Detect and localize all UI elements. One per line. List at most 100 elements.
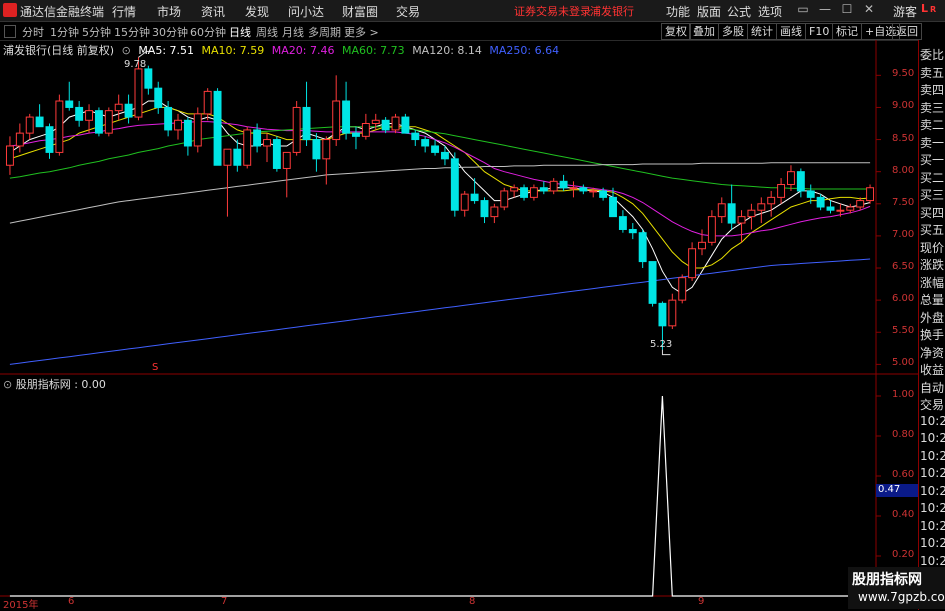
maximize-icon[interactable]: ☐ bbox=[840, 2, 854, 16]
candle-down bbox=[470, 193, 479, 202]
candle-up bbox=[15, 132, 24, 147]
side-item: 10:20 bbox=[920, 413, 945, 428]
menu-trade[interactable]: 交易 bbox=[396, 3, 420, 20]
candle-up bbox=[529, 187, 538, 198]
side-item: 涨幅 bbox=[920, 275, 945, 290]
candle-down bbox=[628, 228, 637, 234]
menu-function[interactable]: 功能 bbox=[666, 3, 690, 20]
candle-up bbox=[569, 187, 578, 190]
btn-mark[interactable]: 标记 bbox=[832, 23, 862, 40]
candle-down bbox=[144, 68, 153, 89]
candle-up bbox=[866, 187, 875, 202]
candle-up bbox=[134, 68, 143, 118]
side-item: 卖二 bbox=[920, 118, 945, 132]
side-item: 买五 bbox=[920, 223, 945, 237]
menu-layout[interactable]: 版面 bbox=[697, 3, 721, 20]
menu-market[interactable]: 行情 bbox=[112, 3, 136, 20]
side-item: 换手 bbox=[920, 328, 945, 342]
candle-up bbox=[757, 203, 766, 211]
side-header-r: R bbox=[930, 5, 937, 14]
close-icon[interactable]: ✕ bbox=[862, 2, 876, 16]
stock-name: 浦发银行 bbox=[590, 5, 634, 18]
candle-up bbox=[292, 106, 301, 153]
menu-bourse[interactable]: 市场 bbox=[157, 3, 181, 20]
candle-up bbox=[747, 209, 756, 218]
btn-adjust[interactable]: 复权 bbox=[661, 23, 691, 40]
candle-up bbox=[25, 116, 34, 134]
menu-wealth[interactable]: 财富圈 bbox=[342, 3, 378, 20]
chart-canvas[interactable] bbox=[0, 40, 918, 609]
period-weekly[interactable]: 周线 bbox=[256, 24, 278, 40]
btn-back[interactable]: 返回 bbox=[892, 23, 922, 40]
btn-stats[interactable]: 统计 bbox=[747, 23, 777, 40]
candle-up bbox=[678, 277, 687, 301]
candle-up bbox=[193, 113, 202, 147]
price-axis-label: 5.00 bbox=[892, 357, 915, 369]
candle-down bbox=[213, 90, 222, 166]
menu-discover[interactable]: 发现 bbox=[245, 3, 269, 20]
candle-down bbox=[381, 119, 390, 131]
candle-down bbox=[599, 190, 608, 198]
ma-line-ma10 bbox=[9, 106, 871, 269]
candle-down bbox=[154, 87, 163, 108]
price-axis-label: 9.00 bbox=[892, 100, 915, 112]
menu-news[interactable]: 资讯 bbox=[201, 3, 225, 20]
menu-formula[interactable]: 公式 bbox=[727, 3, 751, 20]
period-monthly[interactable]: 月线 bbox=[282, 24, 304, 40]
btn-f10[interactable]: F10 bbox=[805, 23, 834, 40]
period-multi[interactable]: 多周期 bbox=[308, 24, 341, 40]
ma10-label: MA10: 7.59 bbox=[201, 44, 265, 57]
indicator-line bbox=[9, 395, 871, 597]
side-item: 买二 bbox=[920, 170, 945, 185]
side-item: 外盘 bbox=[920, 310, 945, 325]
candle-up bbox=[787, 171, 795, 186]
user-guest[interactable]: 游客 bbox=[893, 3, 917, 20]
period-daily[interactable]: 日线 bbox=[229, 24, 251, 40]
side-header: LR bbox=[921, 2, 937, 15]
ma-line-ma5 bbox=[9, 100, 871, 295]
btn-multi-stock[interactable]: 多股 bbox=[718, 23, 748, 40]
menu-options[interactable]: 选项 bbox=[758, 3, 782, 20]
price-axis-label: 8.00 bbox=[892, 164, 915, 176]
period-more[interactable]: 更多 > bbox=[344, 24, 379, 40]
period-30min[interactable]: 30分钟 bbox=[152, 24, 188, 40]
period-timeshare[interactable]: 分时 bbox=[22, 24, 44, 40]
candle-down bbox=[579, 187, 588, 192]
indicator-axis-label: 0.40 bbox=[892, 509, 915, 520]
candle-down bbox=[480, 200, 489, 218]
menu-ask[interactable]: 问小达 bbox=[288, 3, 324, 20]
candle-up bbox=[263, 139, 271, 147]
period-5min[interactable]: 5分钟 bbox=[82, 24, 111, 40]
app-name: 通达信金融终端 bbox=[20, 5, 105, 19]
candle-up bbox=[500, 190, 509, 208]
quote-side-panel: 委比 卖五 卖四 卖三 卖二 卖一 买一 买二 买三 买四 买五 现价 涨跌 涨幅 总量 外盘 换手 净资 收益 自动… bbox=[918, 40, 945, 610]
candle-down bbox=[796, 171, 805, 192]
watermark-url: www.7gpzb.com bbox=[858, 590, 945, 604]
login-notice[interactable]: 证券交易未登录 bbox=[514, 3, 591, 19]
candle-up bbox=[688, 248, 697, 279]
candle-up bbox=[85, 110, 93, 121]
candle-down bbox=[35, 116, 44, 128]
period-15min[interactable]: 15分钟 bbox=[114, 24, 150, 40]
candle-down bbox=[609, 196, 617, 218]
candle-up bbox=[549, 180, 558, 192]
period-60min[interactable]: 60分钟 bbox=[190, 24, 226, 40]
btn-overlay[interactable]: 叠加 bbox=[689, 23, 719, 40]
btn-draw[interactable]: 画线 bbox=[776, 23, 806, 40]
candle-down bbox=[806, 190, 815, 198]
app-logo-icon bbox=[3, 3, 17, 17]
candle-up bbox=[707, 216, 716, 243]
ma60-label: MA60: 7.73 bbox=[341, 44, 405, 57]
time-label-aug: 8 bbox=[469, 596, 476, 607]
candle-down bbox=[302, 106, 311, 141]
skin-icon[interactable]: ▭ bbox=[796, 2, 810, 16]
candle-up bbox=[371, 119, 380, 124]
candle-down bbox=[520, 187, 528, 198]
settings-icon[interactable]: ⊙ bbox=[122, 44, 131, 57]
minimize-icon[interactable]: — bbox=[818, 2, 832, 16]
indicator-settings-icon[interactable]: ⊙ bbox=[3, 378, 12, 391]
time-label-sep: 9 bbox=[698, 596, 705, 607]
side-item: 现价 bbox=[920, 240, 945, 255]
period-1min[interactable]: 1分钟 bbox=[50, 24, 79, 40]
candle-up bbox=[668, 299, 677, 327]
